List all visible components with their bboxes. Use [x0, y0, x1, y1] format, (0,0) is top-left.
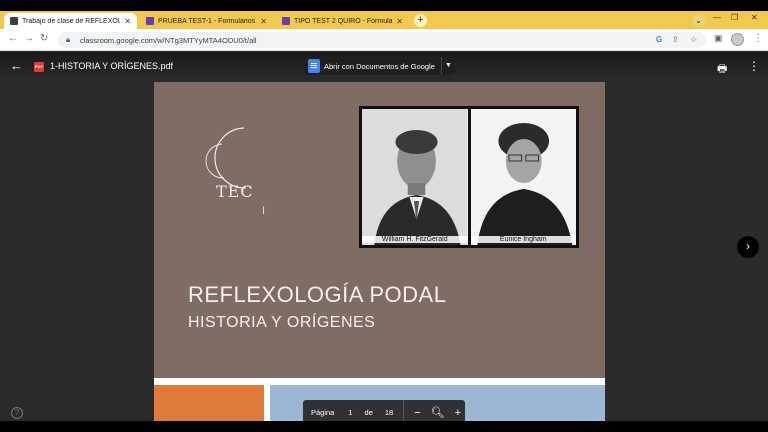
url-text[interactable]: classroom.google.com/w/NTg3MTYyMTA4ODU0/…	[80, 36, 257, 45]
lock-icon[interactable]: 🔒︎	[66, 35, 70, 45]
tab-tipo-test[interactable]: TIPO TEST 2 QUIRO - Formulario ✕	[276, 13, 409, 29]
page-number-input[interactable]: 1	[348, 408, 352, 417]
address-toolbar: ← → ↻ 🔒︎ classroom.google.com/w/NTg3MTYy…	[0, 29, 768, 51]
close-viewer-arrow-icon[interactable]: ←	[10, 58, 23, 73]
sidebar-icon[interactable]: ▣	[714, 33, 723, 44]
slide-title: REFLEXOLOGÍA PODAL	[188, 282, 447, 307]
restore-icon[interactable]: ❐	[731, 13, 738, 22]
browser-window: Trabajo de clase de REFLEXOLOG ✕ PRUEBA …	[0, 11, 768, 421]
pdf-file-icon: PDF	[34, 62, 44, 72]
divider	[403, 400, 405, 421]
back-arrow-icon[interactable]: ←	[8, 33, 18, 44]
page-label: Página	[311, 408, 335, 417]
logo-text: TEC	[216, 182, 254, 201]
address-bar[interactable]: 🔒︎ classroom.google.com/w/NTg3MTYyMTA4OD…	[58, 32, 706, 48]
tab-classroom[interactable]: Trabajo de clase de REFLEXOLOG ✕	[4, 13, 137, 29]
close-window-icon[interactable]: ✕	[751, 13, 758, 22]
of-label: de	[364, 408, 373, 417]
portrait-fitzgerald: William H. FitzGerald	[362, 109, 471, 245]
portraits-frame: William H. FitzGerald Eunice Ingham	[359, 106, 579, 248]
print-icon[interactable]: 🖶︎	[717, 60, 727, 79]
bookmark-star-icon[interactable]: ☆	[690, 35, 697, 44]
text-cursor-icon: I	[262, 205, 266, 217]
slide-subtitle: HISTORIA Y ORÍGENES	[188, 314, 376, 331]
google-icon[interactable]: G	[656, 35, 662, 44]
pdf-page: TEC William H. FitzGerald Eunice Ingham …	[154, 82, 605, 421]
tab-strip: Trabajo de clase de REFLEXOLOG ✕ PRUEBA …	[0, 11, 768, 29]
classroom-icon	[10, 17, 18, 25]
forms-icon	[146, 17, 154, 25]
avatar[interactable]	[731, 33, 744, 46]
zoom-icon[interactable]: 🔍︎	[431, 406, 445, 419]
new-tab-button[interactable]: +	[414, 14, 427, 27]
zoom-out-button[interactable]: −	[414, 407, 420, 419]
file-name: 1-HISTORIA Y ORÍGENES.pdf	[50, 61, 174, 71]
viewer-header: ← PDF 1-HISTORIA Y ORÍGENES.pdf Abrir co…	[0, 52, 768, 82]
close-icon[interactable]: ✕	[396, 17, 403, 26]
next-file-chevron-icon[interactable]: ›	[737, 236, 759, 258]
minimize-icon[interactable]: —	[713, 13, 721, 22]
share-icon[interactable]: ⇪	[672, 35, 679, 44]
help-icon[interactable]: ?	[11, 407, 23, 419]
tab-prueba-test[interactable]: PRUEBA TEST-1 - Formularios de ✕	[140, 13, 273, 29]
forms-icon	[282, 17, 290, 25]
chevron-down-icon[interactable]: ▼	[441, 57, 455, 75]
total-pages: 18	[384, 408, 394, 417]
open-with-docs-button[interactable]: Abrir con Documentos de Google ▼	[305, 57, 455, 75]
browser-menu-icon[interactable]: ⋮	[753, 33, 763, 44]
more-options-icon[interactable]: ⋮	[748, 59, 760, 73]
page-controls: Página 1 de 18 − 🔍︎ +	[303, 400, 465, 421]
forward-arrow-icon[interactable]: →	[24, 33, 34, 44]
orange-block	[154, 385, 264, 421]
tab-search-icon[interactable]: ⌄	[692, 14, 705, 27]
close-icon[interactable]: ✕	[124, 17, 131, 26]
portrait-ingham: Eunice Ingham	[470, 109, 576, 245]
google-docs-icon	[308, 59, 320, 73]
zoom-in-button[interactable]: +	[455, 407, 461, 419]
reload-icon[interactable]: ↻	[40, 33, 48, 44]
close-icon[interactable]: ✕	[260, 17, 267, 26]
